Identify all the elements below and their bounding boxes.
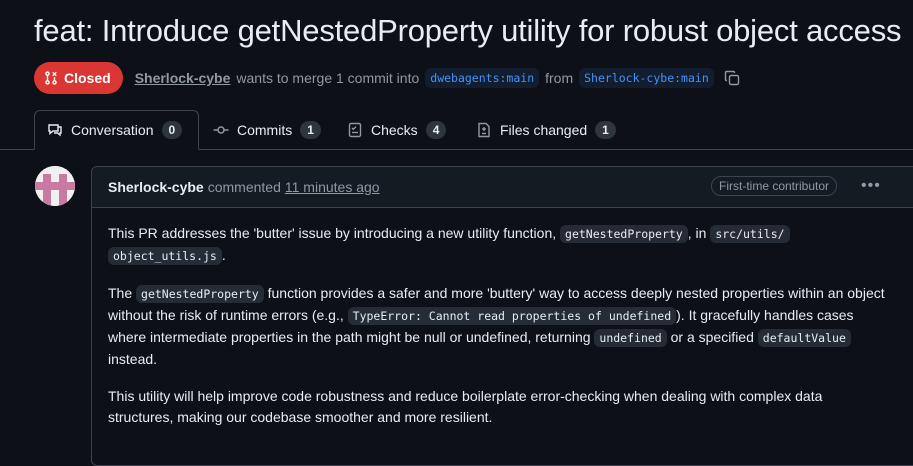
commit-icon: [213, 125, 229, 134]
tab-label: Conversation: [71, 122, 154, 138]
comment-author[interactable]: Sherlock-cybe: [108, 179, 204, 195]
comment-action: commented: [207, 179, 281, 195]
status-badge: Closed: [34, 62, 123, 94]
text: This PR addresses the 'butter' issue by …: [108, 225, 561, 241]
tab-commits[interactable]: Commits 1: [201, 110, 333, 149]
pr-tabs: Conversation 0 Commits 1 Checks 4 Files …: [0, 110, 913, 150]
text: instead.: [108, 351, 158, 367]
avatar[interactable]: [35, 166, 75, 206]
tab-count: 1: [595, 120, 616, 139]
base-branch[interactable]: dwebagents:main: [425, 68, 540, 88]
tab-label: Commits: [237, 121, 293, 138]
copy-branch-button[interactable]: [724, 70, 740, 86]
tab-checks[interactable]: Checks 4: [335, 110, 458, 149]
comment-header: Sherlock-cybe commented 11 minutes ago F…: [92, 167, 913, 208]
author-link[interactable]: Sherlock-cybe: [135, 70, 231, 86]
tab-count: 4: [425, 120, 447, 139]
page-title: feat: Introduce getNestedProperty utilit…: [34, 13, 902, 48]
inline-code: src/utils/: [710, 225, 790, 243]
kebab-horizontal-icon[interactable]: •••: [861, 177, 881, 195]
head-branch[interactable]: Sherlock-cybe:main: [579, 68, 714, 88]
text: The: [108, 285, 137, 301]
pr-meta: Closed Sherlock-cybe wants to merge 1 co…: [34, 62, 740, 94]
inline-code: getNestedProperty: [136, 285, 264, 303]
comment-paragraph-3: This utility will help improve code robu…: [108, 388, 823, 425]
inline-code: defaultValue: [757, 329, 851, 347]
comment-box: Sherlock-cybe commented 11 minutes ago F…: [91, 166, 913, 466]
checklist-icon: [348, 122, 362, 137]
inline-code: object_utils.js: [108, 247, 222, 265]
tab-count: 0: [161, 121, 183, 139]
tab-label: Files changed: [500, 121, 588, 138]
status-label: Closed: [64, 70, 111, 86]
inline-code: undefined: [594, 329, 667, 347]
text: .: [221, 247, 226, 263]
pr-closed-icon: [45, 71, 57, 85]
inline-code: TypeError: Cannot read properties of und…: [347, 307, 677, 325]
tab-files-changed[interactable]: Files changed 1: [464, 110, 628, 149]
comment-icon: [48, 124, 62, 137]
tab-label: Checks: [371, 121, 418, 138]
tab-count: 1: [300, 120, 321, 139]
copy-icon: [724, 70, 739, 86]
comment-paragraph-1: This PR addresses the 'butter' issue by …: [108, 223, 888, 267]
comment-timestamp[interactable]: 11 minutes ago: [285, 179, 380, 195]
merge-text: wants to merge 1 commit into: [236, 70, 420, 86]
from-text: from: [545, 70, 574, 86]
text: or a specified: [666, 329, 758, 345]
text: , in: [687, 225, 711, 241]
comment-paragraph-2: The getNestedProperty function provides …: [108, 283, 888, 370]
inline-code: getNestedProperty: [560, 225, 688, 243]
identicon-image: [35, 166, 75, 206]
first-time-contributor-badge: First-time contributor: [711, 176, 838, 196]
tab-conversation[interactable]: Conversation 0: [34, 110, 199, 150]
file-diff-icon: [478, 122, 490, 137]
comment-body: This PR addresses the 'butter' issue by …: [108, 223, 888, 444]
